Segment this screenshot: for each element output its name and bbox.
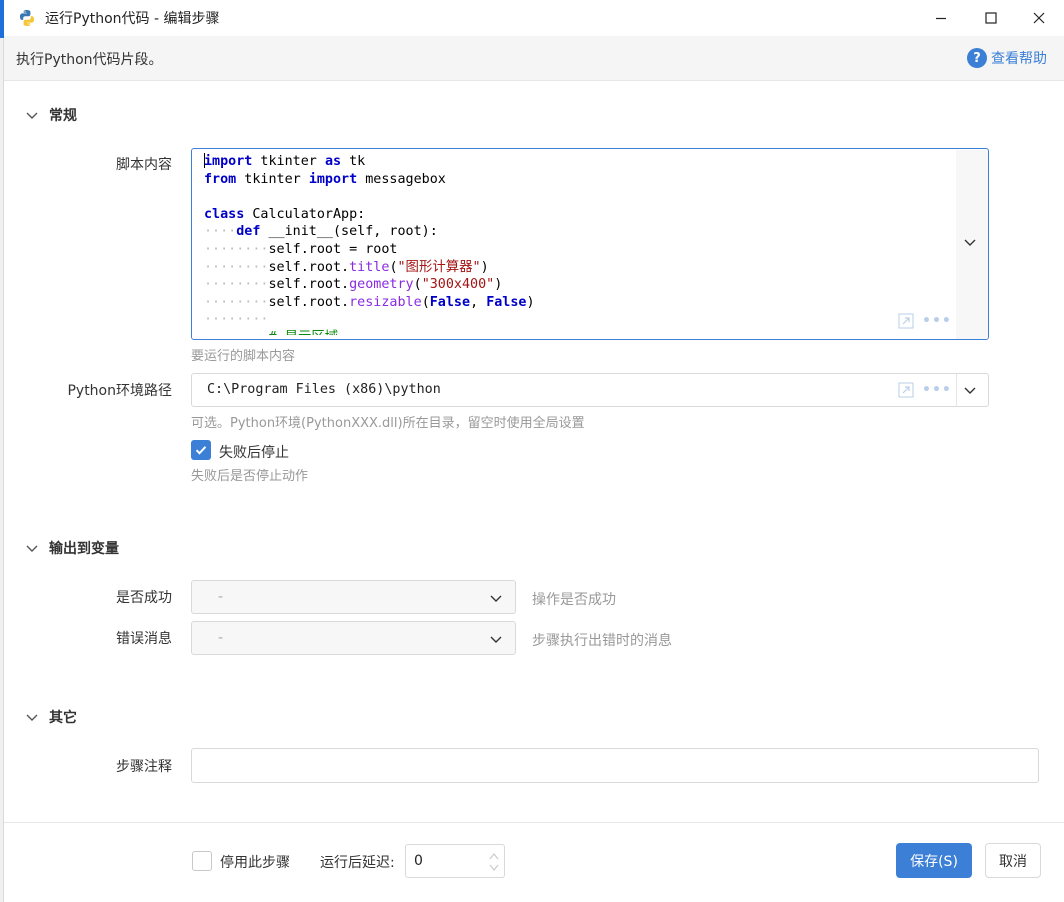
help-label: 查看帮助 xyxy=(991,51,1047,67)
script-editor[interactable]: import tkinter as tk from tkinter import… xyxy=(191,148,989,340)
window-title: 运行Python代码 - 编辑步骤 xyxy=(45,11,220,27)
delay-value[interactable]: 0 xyxy=(414,853,423,869)
spinner-icon[interactable] xyxy=(488,851,500,873)
code-token: as xyxy=(324,154,342,169)
expand-icon[interactable] xyxy=(898,313,914,329)
more-icon[interactable]: ••• xyxy=(922,382,952,398)
save-button[interactable]: 保存(S) xyxy=(896,843,972,878)
description-bar: 执行Python代码片段。 ? 查看帮助 xyxy=(4,36,1064,81)
path-tools: ••• xyxy=(898,382,952,398)
python-path-hint: 可选。Python环境(PythonXXX.dll)所在目录，留空时使用全局设置 xyxy=(191,416,585,431)
title-bar[interactable]: 运行Python代码 - 编辑步骤 xyxy=(4,0,1064,36)
maximize-icon xyxy=(985,12,997,24)
section-general-title: 常规 xyxy=(49,108,77,124)
close-icon xyxy=(1033,12,1045,24)
section-output-title: 输出到变量 xyxy=(49,541,119,557)
editor-tools: ••• xyxy=(898,313,952,329)
help-icon: ? xyxy=(967,48,987,68)
error-var-value: - xyxy=(218,630,224,646)
footer-divider xyxy=(4,822,1064,823)
edit-step-window: 运行Python代码 - 编辑步骤 执行Python代码片段。 ? 查看帮助 常… xyxy=(0,0,1064,902)
help-link[interactable]: ? 查看帮助 xyxy=(967,48,1047,68)
code-token: class xyxy=(204,206,245,222)
minimize-icon xyxy=(936,17,946,20)
script-hint: 要运行的脚本内容 xyxy=(191,349,296,364)
stop-on-fail-label[interactable]: 失败后停止 xyxy=(219,442,289,462)
code-token: from xyxy=(204,171,237,187)
chevron-down-icon[interactable] xyxy=(963,383,977,397)
section-other-title: 其它 xyxy=(49,710,77,726)
python-path-value[interactable]: C:\Program Files (x86)\python xyxy=(207,382,441,397)
stop-on-fail-checkbox[interactable] xyxy=(191,440,211,460)
close-button[interactable] xyxy=(1014,0,1064,36)
code-token: import xyxy=(204,154,253,169)
chevron-down-icon xyxy=(26,112,38,119)
error-var-label: 错误消息 xyxy=(116,631,172,647)
section-output[interactable]: 输出到变量 xyxy=(24,538,119,558)
checkmark-icon xyxy=(195,446,207,455)
python-icon xyxy=(20,10,34,26)
expand-icon[interactable] xyxy=(898,382,914,398)
code-token: import xyxy=(308,171,358,187)
success-var-value: - xyxy=(218,589,224,605)
script-label: 脚本内容 xyxy=(116,157,172,173)
error-var-hint: 步骤执行出错时的消息 xyxy=(532,633,672,649)
stop-on-fail-hint: 失败后是否停止动作 xyxy=(191,469,309,484)
section-general[interactable]: 常规 xyxy=(24,105,77,125)
code-area[interactable]: import tkinter as tk from tkinter import… xyxy=(204,153,954,335)
disable-step-checkbox[interactable] xyxy=(192,851,212,871)
success-var-select[interactable]: - xyxy=(191,580,516,614)
path-separator xyxy=(956,374,957,406)
delay-label: 运行后延迟: xyxy=(320,855,395,871)
comment-input[interactable] xyxy=(191,748,1039,783)
success-var-label: 是否成功 xyxy=(116,590,172,606)
more-icon[interactable]: ••• xyxy=(922,313,952,329)
minimize-button[interactable] xyxy=(916,0,966,36)
python-path-label: Python环境路径 xyxy=(67,383,172,399)
section-other[interactable]: 其它 xyxy=(24,707,77,727)
chevron-down-icon xyxy=(26,714,38,721)
maximize-button[interactable] xyxy=(966,0,1016,36)
success-var-hint: 操作是否成功 xyxy=(532,592,616,608)
code-token: def xyxy=(236,224,261,240)
cancel-button[interactable]: 取消 xyxy=(985,843,1041,878)
chevron-down-icon[interactable] xyxy=(963,235,977,249)
chevron-down-icon xyxy=(490,636,502,643)
step-description: 执行Python代码片段。 xyxy=(16,52,163,68)
chevron-down-icon xyxy=(26,545,38,552)
error-var-select[interactable]: - xyxy=(191,621,516,655)
python-path-input[interactable]: C:\Program Files (x86)\python ••• xyxy=(191,373,989,407)
comment-label: 步骤注释 xyxy=(116,759,172,775)
delay-input[interactable]: 0 xyxy=(405,844,505,878)
disable-step-label[interactable]: 停用此步骤 xyxy=(220,852,290,872)
background-window-edge xyxy=(0,0,4,902)
code-text[interactable]: import tkinter as tk from tkinter import… xyxy=(204,153,954,335)
chevron-down-icon xyxy=(490,595,502,602)
